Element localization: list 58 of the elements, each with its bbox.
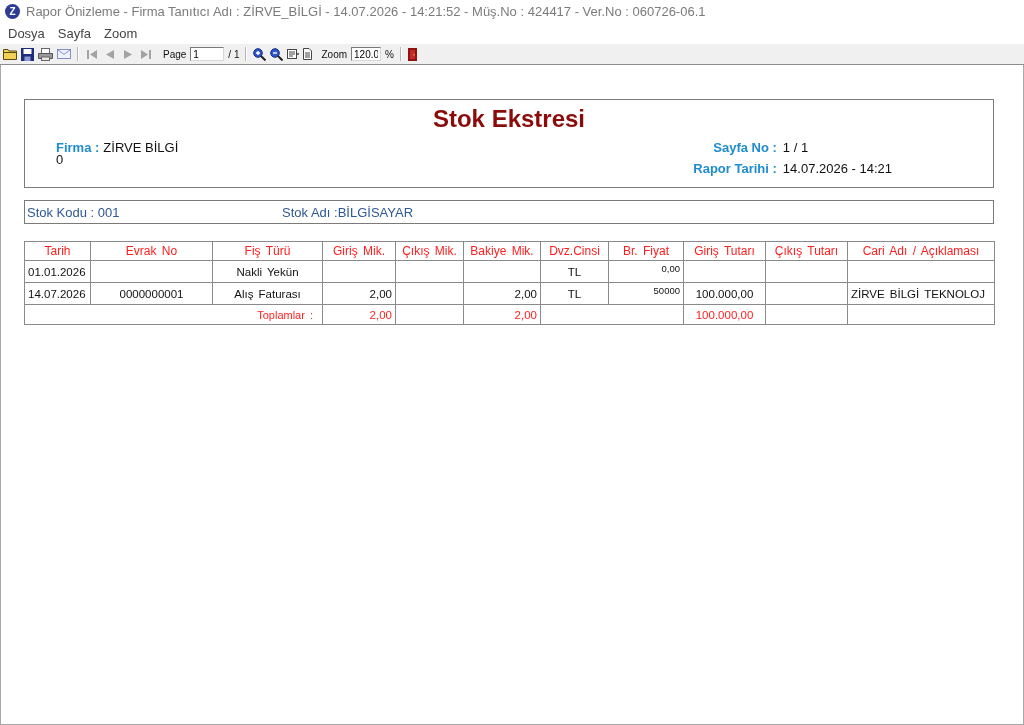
page-total: / 1 <box>228 48 240 60</box>
table-cell: TL <box>540 260 609 283</box>
total-cell: 2,00 <box>463 304 541 325</box>
report-date: 14.07.2026 - 14:21 <box>782 162 892 175</box>
total-cell: 100.000,00 <box>683 304 766 325</box>
totals-label: Toplamlar : <box>24 304 323 325</box>
report-date-label: Rapor Tarihi : <box>693 162 777 175</box>
door-icon[interactable] <box>407 47 417 61</box>
menu-item[interactable]: Sayfa <box>52 26 97 41</box>
zoom-label: Zoom <box>321 48 348 60</box>
report-title: Stok Ekstresi <box>431 104 587 134</box>
table-cell: 2,00 <box>463 282 541 305</box>
table-cell: 14.07.2026 <box>24 282 91 305</box>
column-header: Evrak No <box>90 241 213 261</box>
stock-name: Stok Adı :BİLGİSAYAR <box>282 204 414 220</box>
save-icon[interactable] <box>21 47 34 61</box>
page-number-label: Sayfa No : <box>713 141 777 154</box>
column-header: Br. Fiyat <box>608 241 684 261</box>
table-cell: 0000000001 <box>90 282 213 305</box>
page-number: 1 / 1 <box>782 141 810 154</box>
text-lines-icon[interactable] <box>287 49 300 59</box>
menu-item[interactable]: Zoom <box>99 26 143 41</box>
table-cell: TL <box>540 282 609 305</box>
firm-label: Firma : <box>56 141 100 154</box>
printer-icon[interactable] <box>38 47 53 61</box>
page-field[interactable]: 1 <box>190 47 225 61</box>
table-cell: 100.000,00 <box>683 282 766 305</box>
column-header: Giriş Tutarı <box>683 241 766 261</box>
table-cell: 50000 <box>608 282 684 305</box>
stock-code: Stok Kodu : 001 <box>27 204 121 220</box>
column-header: Dvz.Cinsi <box>540 241 609 261</box>
zoom-out-icon[interactable] <box>270 47 284 61</box>
page-label: Page <box>163 48 187 60</box>
document-icon[interactable] <box>303 48 313 60</box>
zoom-unit: % <box>385 48 394 60</box>
firm-extra-line: 0 <box>56 154 64 166</box>
table-cell: ZİRVE BİLGİ TEKNOLOJ <box>847 282 995 305</box>
table-cell: Nakli Yekün <box>212 260 323 283</box>
zoom-field[interactable]: 120.0 <box>351 47 382 61</box>
column-header: Çıkış Mik. <box>395 241 464 261</box>
column-header: Çıkış Tutarı <box>765 241 848 261</box>
column-header: Bakiye Mik. <box>463 241 541 261</box>
app-logo: Z <box>5 4 20 19</box>
zoom-in-icon[interactable] <box>253 47 267 61</box>
column-header: Tarih <box>24 241 91 261</box>
total-cell: 2,00 <box>322 304 396 325</box>
window-title: Rapor Önizleme - Firma Tanıtıcı Adı : ZİRVE_BİLGİ - 14.07.2026 - 14:21:52 - Müş.No : 424417 - Ver.No : 060726-06.1 <box>26 4 706 19</box>
table-cell: 0,00 <box>608 260 684 283</box>
column-header: Cari Adı / Açıklaması <box>847 241 995 261</box>
folder-icon[interactable] <box>3 48 17 60</box>
menu-item[interactable]: Dosya <box>3 26 50 41</box>
column-header: Giriş Mik. <box>322 241 396 261</box>
column-header: Fiş Türü <box>212 241 323 261</box>
table-cell: Alış Faturası <box>212 282 323 305</box>
firm-name: ZİRVE BİLGİ <box>103 141 179 154</box>
envelope-icon[interactable] <box>57 49 71 59</box>
table-cell: 2,00 <box>322 282 396 305</box>
table-cell: 01.01.2026 <box>24 260 91 283</box>
